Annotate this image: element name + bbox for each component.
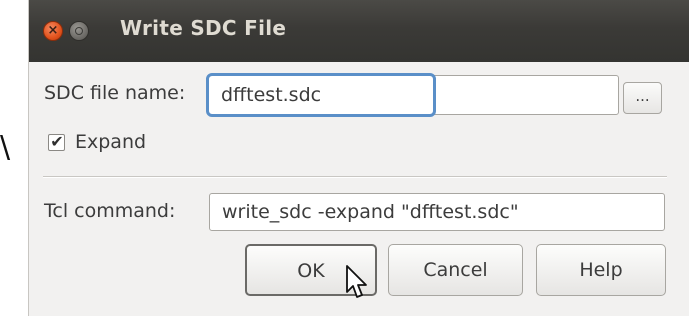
title-bar[interactable]: × Write SDC File xyxy=(29,0,689,62)
minimize-window-button[interactable] xyxy=(69,21,89,41)
tcl-command-label: Tcl command: xyxy=(44,200,176,222)
close-window-button[interactable]: × xyxy=(43,21,63,41)
ok-button[interactable]: OK xyxy=(245,244,377,296)
window-title: Write SDC File xyxy=(120,16,287,40)
stray-character: \ xyxy=(0,130,11,165)
cancel-button[interactable]: Cancel xyxy=(388,244,523,296)
help-button[interactable]: Help xyxy=(536,244,666,296)
screen: \ × Write SDC File SDC file name: dfftes… xyxy=(0,0,689,316)
tcl-command-value: write_sdc -expand "dfftest.sdc" xyxy=(222,201,519,223)
sdc-file-name-label: SDC file name: xyxy=(44,82,186,104)
separator xyxy=(43,176,667,178)
close-icon: × xyxy=(47,23,59,38)
tcl-command-input[interactable]: write_sdc -expand "dfftest.sdc" xyxy=(209,193,665,231)
write-sdc-dialog: × Write SDC File SDC file name: dfftest.… xyxy=(28,0,689,316)
expand-checkbox[interactable]: ✔ xyxy=(48,132,65,151)
sdc-file-name-value: dfftest.sdc xyxy=(221,84,322,106)
checkmark-icon: ✔ xyxy=(50,132,64,151)
expand-label[interactable]: Expand xyxy=(75,131,146,153)
minimize-icon xyxy=(75,27,83,35)
sdc-file-name-input[interactable]: dfftest.sdc xyxy=(208,75,619,115)
browse-button[interactable]: ... xyxy=(623,82,662,114)
